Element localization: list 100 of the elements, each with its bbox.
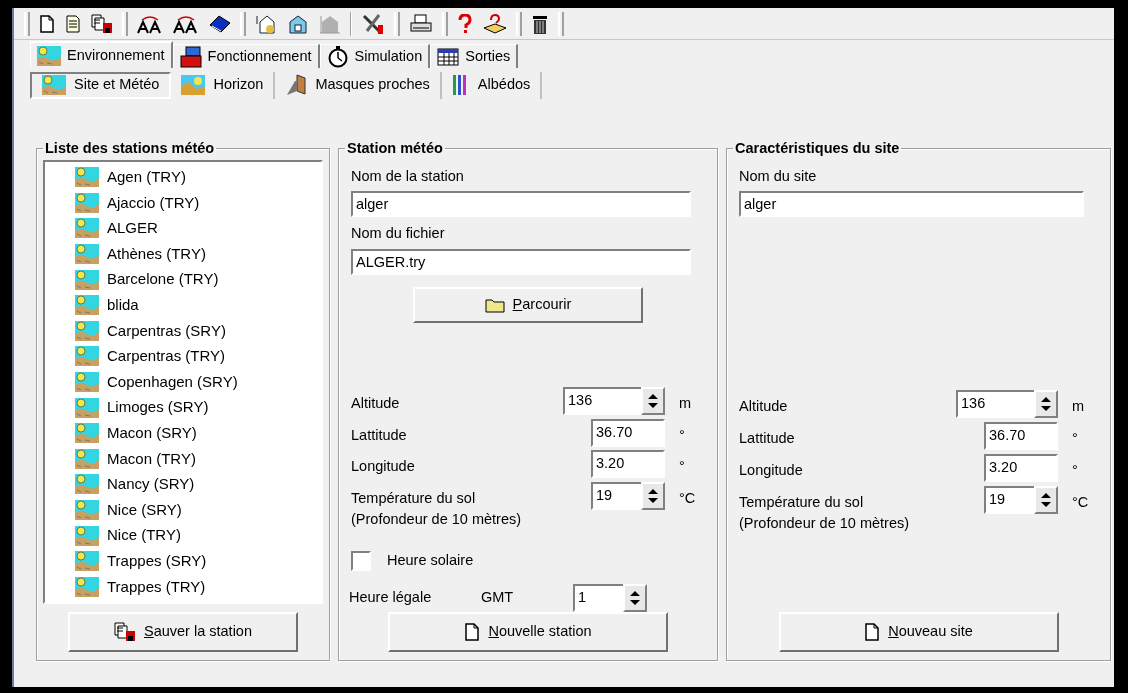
station-item[interactable]: Nancy (SRY) — [75, 471, 321, 498]
spinner-icon[interactable] — [1034, 485, 1058, 514]
field-label: Longitude — [351, 457, 416, 477]
field-label: Lattitude — [739, 428, 796, 448]
text-field[interactable]: alger — [351, 191, 691, 218]
station-item[interactable]: Copenhagen (SRY) — [75, 369, 321, 395]
station-item[interactable]: Carpentras (TRY) — [75, 343, 321, 370]
field-label: Altitude — [739, 396, 789, 416]
table-icon — [437, 47, 460, 66]
toolbar-grip[interactable] — [240, 11, 246, 36]
field-label: Nom de la station — [351, 166, 465, 186]
station-item[interactable]: Nice (TRY) — [75, 522, 321, 549]
unit-label: m — [1072, 397, 1085, 414]
landscape-icon — [75, 346, 99, 367]
landscape-icon — [75, 192, 99, 213]
text-field[interactable]: 3.20 — [591, 450, 665, 479]
landscape-icon — [42, 75, 66, 95]
unit-label: °C — [1072, 493, 1089, 510]
tab[interactable]: Simulation — [319, 44, 431, 68]
tab[interactable]: Albédos — [441, 71, 543, 99]
field-label: Altitude — [351, 393, 401, 413]
station-item[interactable]: Athènes (TRY) — [75, 241, 321, 267]
landscape-icon — [75, 551, 99, 572]
unit-label: m — [679, 394, 692, 411]
landscape-icon — [75, 423, 99, 444]
unit-label: ° — [679, 426, 685, 443]
toolbar-grip[interactable] — [394, 11, 400, 36]
station-item[interactable]: Trappes (SRY) — [75, 548, 321, 574]
landscape-icon — [75, 269, 99, 290]
group-title: Liste des stations météo — [44, 141, 216, 156]
landscape-icon — [181, 75, 206, 95]
unit-label: ° — [1072, 429, 1078, 446]
checkbox-label: Heure solaire — [387, 551, 474, 571]
tab[interactable]: Masques proches — [275, 71, 442, 99]
new-file-icon — [464, 623, 481, 641]
text-field[interactable]: alger — [739, 191, 1084, 218]
spinner-icon[interactable] — [641, 386, 665, 415]
text-field[interactable]: 36.70 — [984, 421, 1058, 450]
wall-icon — [285, 74, 308, 96]
landscape-icon — [37, 45, 61, 66]
spin-field[interactable]: 136 — [563, 386, 641, 415]
toolbar-grip[interactable] — [558, 11, 564, 36]
landscape-icon — [75, 576, 99, 597]
folder-icon — [484, 297, 505, 313]
spin-field[interactable]: 19 — [591, 481, 641, 510]
group-title: Caractéristiques du site — [734, 141, 901, 156]
station-item[interactable]: Ajaccio (TRY) — [75, 190, 321, 216]
landscape-icon — [75, 218, 99, 239]
tab[interactable]: Horizon — [171, 71, 276, 99]
landscape-icon — [75, 448, 99, 469]
spinner-icon[interactable] — [641, 481, 665, 510]
text-field[interactable]: 3.20 — [984, 453, 1058, 482]
group-title: Station météo — [346, 141, 444, 156]
field-label: Longitude — [739, 460, 804, 480]
station-item[interactable]: Nice (SRY) — [75, 497, 321, 523]
spin-field[interactable]: 1 — [573, 584, 623, 612]
station-item[interactable]: Agen (TRY) — [75, 164, 321, 191]
station-item[interactable]: Macon (SRY) — [75, 420, 321, 447]
text-field[interactable]: ALGER.try — [351, 249, 691, 275]
station-item[interactable]: blida — [75, 292, 321, 319]
station-item[interactable]: Macon (TRY) — [75, 446, 321, 472]
station-item[interactable]: Carpentras (SRY) — [75, 318, 321, 344]
station-item[interactable]: Barcelone (TRY) — [75, 266, 321, 293]
toolbar-grip[interactable] — [24, 11, 30, 36]
tab[interactable]: Site et Météo — [30, 71, 172, 99]
tab[interactable]: Fonctionnement — [172, 44, 320, 68]
field-label: GMT — [481, 588, 515, 608]
station-item[interactable]: Trappes (TRY) — [75, 574, 321, 600]
station-item[interactable]: Limoges (SRY) — [75, 394, 321, 421]
landscape-icon — [75, 167, 99, 188]
field-label: Lattitude — [351, 425, 408, 445]
spin-field[interactable]: 19 — [984, 485, 1034, 514]
landscape-icon — [75, 244, 99, 265]
station-item[interactable]: ALGER — [75, 215, 321, 242]
text-field[interactable]: 36.70 — [591, 418, 665, 447]
toolbar-grip[interactable] — [122, 11, 128, 36]
unit-label: ° — [679, 458, 685, 475]
checkbox[interactable] — [351, 551, 371, 572]
field-label: Nom du fichier — [351, 224, 446, 244]
tab[interactable]: Environnement — [30, 41, 173, 68]
landscape-icon — [75, 397, 99, 418]
spin-field[interactable]: 136 — [956, 389, 1034, 418]
field-label: (Profondeur de 10 mètres) — [351, 509, 523, 529]
stopwatch-icon — [326, 45, 349, 68]
unit-label: ° — [1072, 461, 1078, 478]
toolbar-grip[interactable] — [442, 11, 448, 36]
button[interactable]: Sauver la station — [68, 612, 298, 652]
button[interactable]: Parcourir — [413, 287, 643, 323]
spinner-icon[interactable] — [1034, 389, 1058, 418]
toolbar-grip[interactable] — [516, 11, 522, 36]
button[interactable]: Nouveau site — [778, 612, 1059, 652]
blocks-icon — [179, 45, 202, 68]
spinner-icon[interactable] — [623, 584, 647, 612]
landscape-icon — [75, 320, 99, 341]
tab[interactable]: Sorties — [430, 44, 519, 68]
unit-label: °C — [679, 489, 696, 506]
field-label: Nom du site — [739, 166, 818, 186]
landscape-icon — [75, 500, 99, 520]
landscape-icon — [75, 295, 99, 316]
button[interactable]: Nouvelle station — [388, 612, 668, 652]
